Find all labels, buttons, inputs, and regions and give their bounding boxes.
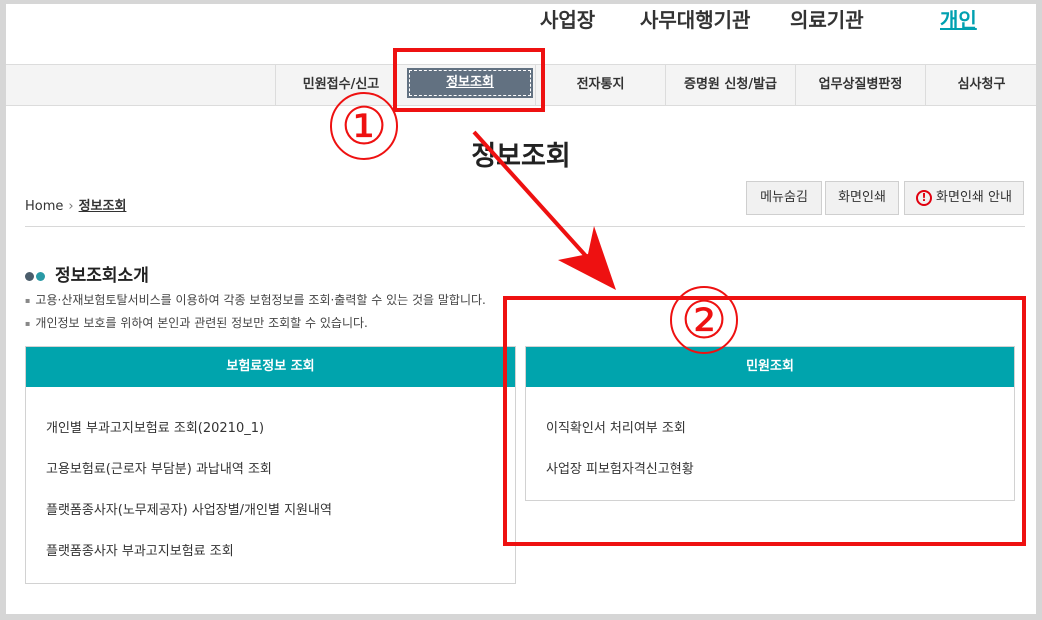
warning-icon: ! xyxy=(916,189,933,206)
intro-line: 개인정보 보호를 위하여 본인과 관련된 정보만 조회할 수 있습니다. xyxy=(25,314,367,331)
link-platform-premium[interactable]: 플랫폼종사자 부과고지보험료 조회 xyxy=(46,540,234,559)
print-guide-label: 화면인쇄 안내 xyxy=(936,190,1012,205)
menu-item-review-request[interactable]: 심사청구 xyxy=(925,65,1036,105)
insurance-info-card: 보험료정보 조회 개인별 부과고지보험료 조회(20210_1) 고용보험료(근… xyxy=(25,346,516,584)
nav-business[interactable]: 사업장 xyxy=(540,4,595,33)
section-title-text: 정보조회소개 xyxy=(55,266,149,286)
page-title: 정보조회 xyxy=(471,141,571,172)
link-platform-support[interactable]: 플랫폼종사자(노무제공자) 사업장별/개인별 지원내역 xyxy=(46,499,332,518)
intro-line: 고용·산재보험토탈서비스를 이용하여 각종 보험정보를 조회·출력할 수 있는 … xyxy=(25,291,485,308)
annotation-box-2 xyxy=(503,296,1026,546)
annotation-number-1: ① xyxy=(330,92,398,160)
section-title: 정보조회소개 xyxy=(25,261,149,286)
menu-item-certificate[interactable]: 증명원 신청/발급 xyxy=(665,65,795,105)
print-button[interactable]: 화면인쇄 xyxy=(825,181,899,215)
breadcrumb: Home › 정보조회 xyxy=(25,195,126,214)
link-employment-overpayment[interactable]: 고용보험료(근로자 부담분) 과납내역 조회 xyxy=(46,458,272,477)
divider xyxy=(25,226,1025,227)
nav-personal[interactable]: 개인 xyxy=(940,4,977,33)
link-individual-premium[interactable]: 개인별 부과고지보험료 조회(20210_1) xyxy=(46,417,264,436)
bullet-dots-icon xyxy=(25,266,47,286)
annotation-box-1 xyxy=(393,48,545,112)
nav-medical[interactable]: 의료기관 xyxy=(790,4,864,33)
menu-item-occupational-disease[interactable]: 업무상질병판정 xyxy=(795,65,925,105)
breadcrumb-current[interactable]: 정보조회 xyxy=(79,199,127,214)
print-guide-button[interactable]: ! 화면인쇄 안내 xyxy=(904,181,1024,215)
annotation-number-2: ② xyxy=(670,286,738,354)
menu-item-e-notice[interactable]: 전자통지 xyxy=(535,65,665,105)
nav-agency[interactable]: 사무대행기관 xyxy=(640,4,750,33)
hide-menu-button[interactable]: 메뉴숨김 xyxy=(746,181,822,215)
insurance-card-header: 보험료정보 조회 xyxy=(26,347,515,387)
page-frame: 사업장 사무대행기관 의료기관 개인 민원접수/신고 정보조회 전자통지 증명원… xyxy=(6,4,1036,614)
breadcrumb-home[interactable]: Home xyxy=(25,199,63,214)
chevron-right-icon: › xyxy=(68,199,74,214)
